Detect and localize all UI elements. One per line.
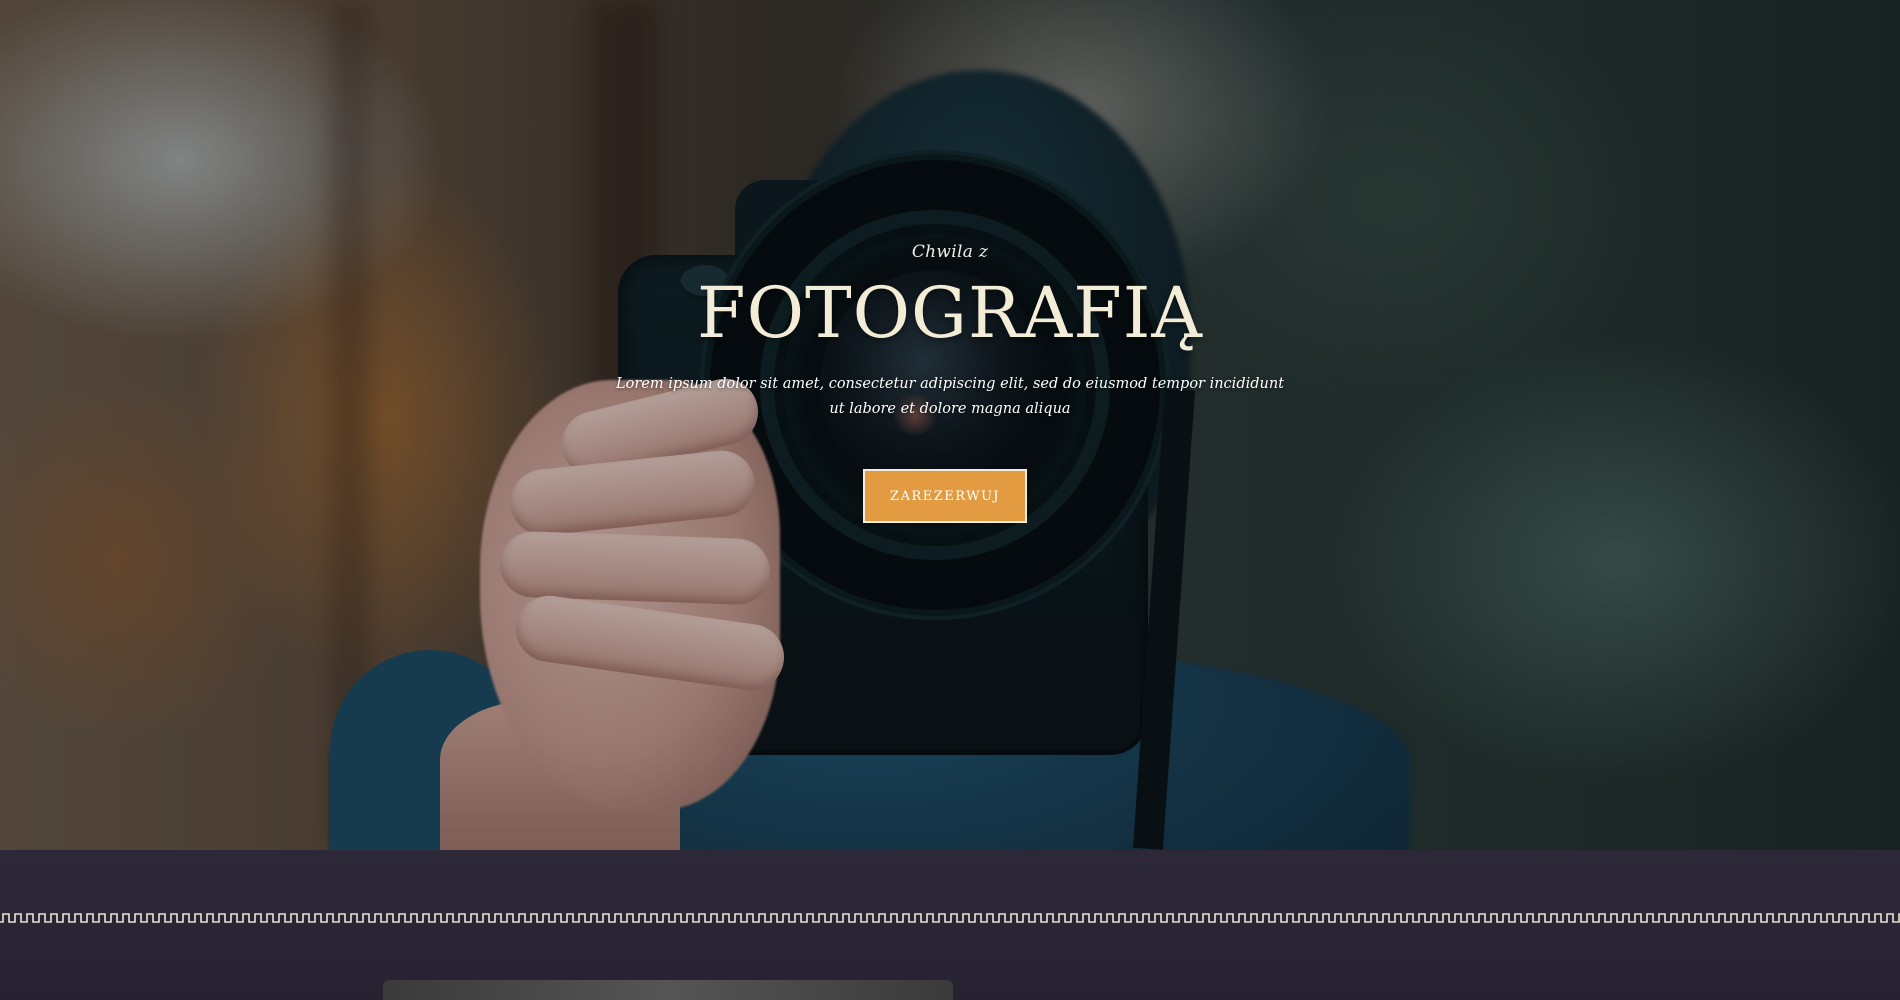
hero-section: Chwila z FOTOGRAFIĄ Lorem ipsum dolor si… <box>0 0 1900 850</box>
book-button[interactable]: ZAREZERWUJ <box>863 469 1027 523</box>
next-section-card <box>383 980 953 1000</box>
hero-headline: FOTOGRAFIĄ <box>697 272 1203 354</box>
hero-eyebrow: Chwila z <box>911 242 989 262</box>
hero-content: Chwila z FOTOGRAFIĄ Lorem ipsum dolor si… <box>0 0 1900 850</box>
section-divider-band <box>0 850 1900 1000</box>
page: Chwila z FOTOGRAFIĄ Lorem ipsum dolor si… <box>0 0 1900 1000</box>
greek-key-ornament <box>0 910 1900 926</box>
hero-lead-text: Lorem ipsum dolor sit amet, consectetur … <box>615 376 1285 417</box>
